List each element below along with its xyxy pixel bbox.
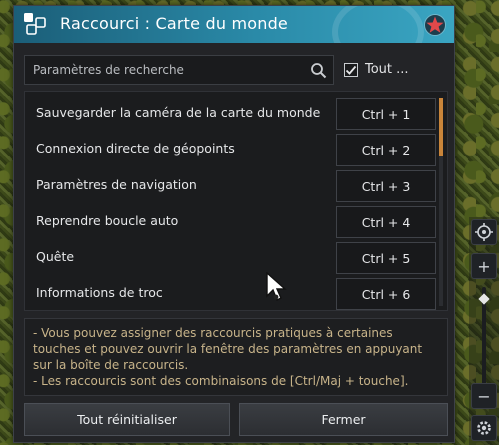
zoom-out-icon: −: [477, 386, 491, 406]
help-text: - Vous pouvez assigner des raccourcis pr…: [24, 318, 448, 396]
shortcut-label: Informations de troc: [36, 285, 163, 300]
checkmark-icon: [345, 65, 357, 75]
shortcut-key-button[interactable]: Ctrl + 5: [336, 242, 436, 274]
mouse-cursor-icon: [266, 272, 287, 301]
show-all-label: Tout ...: [365, 62, 409, 77]
zoom-in-icon: +: [477, 256, 491, 276]
search-input[interactable]: Paramètres de recherche: [24, 55, 334, 85]
shortcut-label: Sauvegarder la caméra de la carte du mon…: [36, 105, 321, 120]
shortcut-label: Connexion directe de géopoints: [36, 141, 235, 156]
shortcut-row[interactable]: Informations de troc Ctrl + 6: [25, 276, 436, 312]
shortcut-row[interactable]: Reprendre boucle auto Ctrl + 4: [25, 204, 436, 240]
help-line: - Les raccourcis sont des combinaisons d…: [33, 374, 409, 388]
shortcut-key-button[interactable]: Ctrl + 3: [336, 170, 436, 202]
zoom-in-button[interactable]: +: [471, 253, 497, 279]
window-title: Raccourci : Carte du monde: [60, 14, 288, 33]
shortcut-key-button[interactable]: Ctrl + 2: [336, 134, 436, 166]
shortcut-key-button[interactable]: Ctrl + 6: [336, 278, 436, 310]
title-bar[interactable]: Raccourci : Carte du monde: [14, 6, 454, 43]
search-placeholder: Paramètres de recherche: [33, 63, 184, 77]
shortcut-row[interactable]: Paramètres de navigation Ctrl + 3: [25, 168, 436, 204]
shortcut-row[interactable]: Connexion directe de géopoints Ctrl + 2: [25, 132, 436, 168]
shortcut-keys-icon: [24, 13, 46, 35]
shortcut-label: Quête: [36, 249, 75, 264]
zoom-out-button[interactable]: −: [471, 383, 497, 409]
shortcut-key-button[interactable]: Ctrl + 1: [336, 98, 436, 130]
shortcut-row[interactable]: Quête Ctrl + 5: [25, 240, 436, 276]
shortcut-row[interactable]: Sauvegarder la caméra de la carte du mon…: [25, 96, 436, 132]
close-button[interactable]: Fermer: [239, 403, 448, 436]
show-all-checkbox[interactable]: [344, 63, 358, 77]
map-controls: + −: [469, 217, 499, 445]
reset-all-button[interactable]: Tout réinitialiser: [24, 403, 230, 436]
zoom-slider-handle[interactable]: [475, 293, 493, 305]
shortcut-list: Sauvegarder la caméra de la carte du mon…: [24, 91, 448, 311]
gear-icon[interactable]: [471, 415, 497, 441]
close-star-icon[interactable]: [424, 14, 446, 36]
locate-icon[interactable]: [471, 219, 497, 245]
search-icon[interactable]: [310, 62, 327, 79]
shortcut-label: Paramètres de navigation: [36, 177, 197, 192]
shortcut-label: Reprendre boucle auto: [36, 213, 179, 228]
shortcut-window: Raccourci : Carte du monde Paramètres de…: [13, 5, 455, 443]
scrollbar-thumb[interactable]: [439, 98, 443, 156]
help-line: - Vous pouvez assigner des raccourcis pr…: [33, 326, 423, 372]
shortcut-key-button[interactable]: Ctrl + 4: [336, 206, 436, 238]
